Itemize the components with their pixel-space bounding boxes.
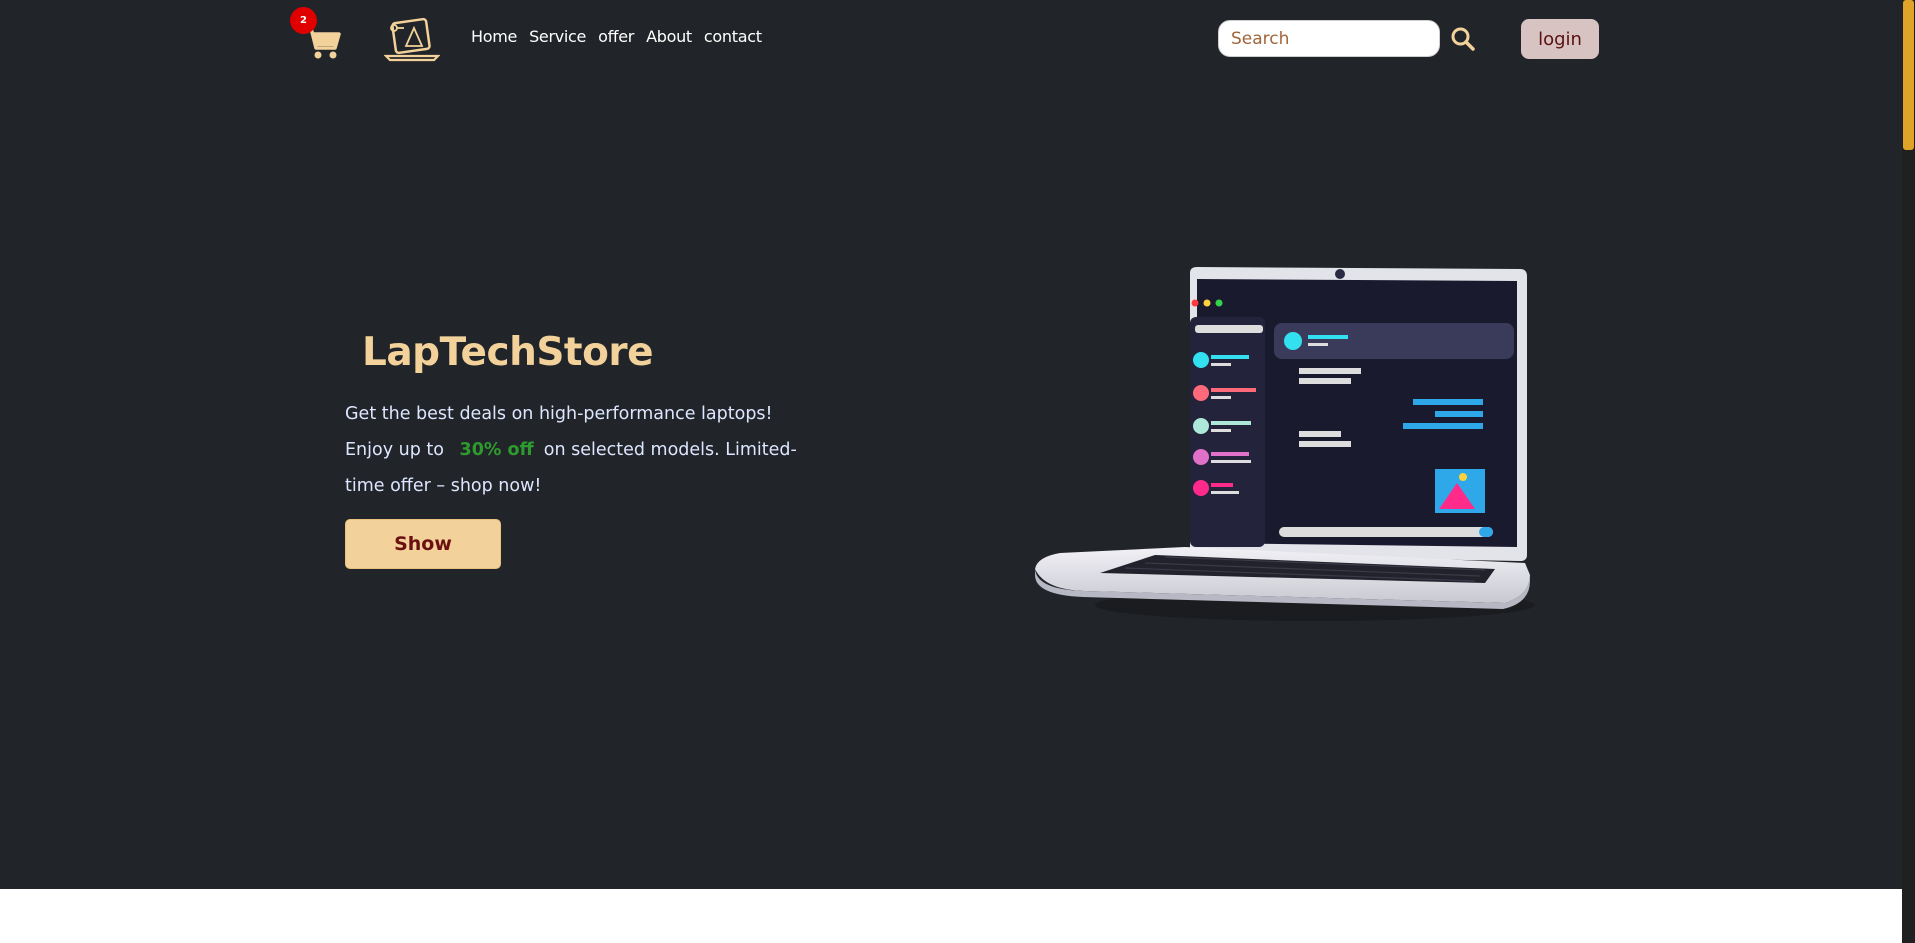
nav-home[interactable]: Home — [471, 27, 517, 46]
laptop-logo-icon[interactable] — [384, 16, 440, 62]
search-input[interactable] — [1218, 20, 1440, 57]
nav-contact[interactable]: contact — [704, 27, 762, 46]
main-nav: Home Service offer About contact — [471, 27, 774, 46]
cart-count-badge: 2 — [290, 7, 317, 34]
nav-about[interactable]: About — [646, 27, 692, 46]
nav-offer[interactable]: offer — [598, 27, 634, 46]
hero-title: LapTechStore — [362, 330, 654, 375]
nav-service[interactable]: Service — [529, 27, 586, 46]
next-section — [0, 889, 1902, 943]
scrollbar-thumb[interactable] — [1903, 0, 1914, 150]
search-icon[interactable] — [1450, 26, 1476, 52]
page: 2 Home Service offer About contact login… — [0, 0, 1915, 943]
login-button[interactable]: login — [1521, 19, 1599, 59]
discount-highlight: 30% off — [459, 440, 534, 460]
hero-tagline: Get the best deals on high-performance l… — [345, 396, 805, 504]
show-button[interactable]: Show — [345, 519, 501, 569]
hero-section — [0, 0, 1902, 889]
laptop-illustration — [1035, 267, 1535, 621]
